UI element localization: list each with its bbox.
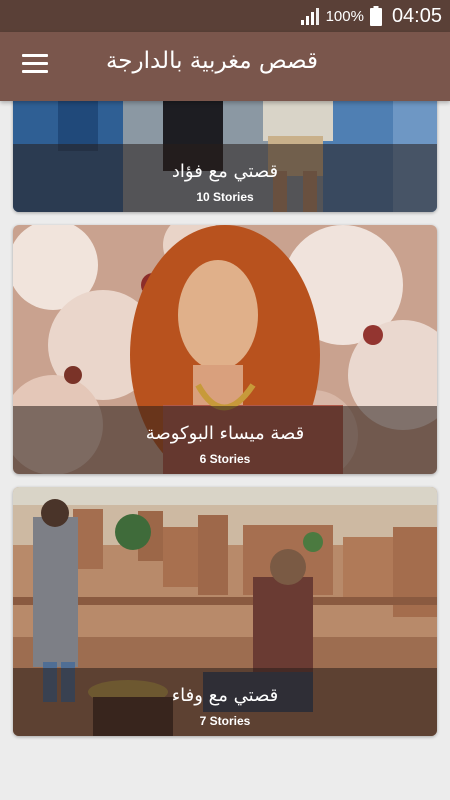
story-title: قصة ميساء البوكوصة bbox=[145, 423, 305, 444]
story-card-fouad[interactable]: قصتي مع فؤاد 10 Stories bbox=[13, 101, 437, 212]
hamburger-menu-icon[interactable] bbox=[22, 54, 48, 76]
story-card-wafae[interactable]: قصتي مع وفاء 7 Stories bbox=[13, 487, 437, 736]
clock: 04:05 bbox=[391, 4, 442, 27]
story-title: قصتي مع فؤاد bbox=[171, 161, 279, 182]
story-title: قصتي مع وفاء bbox=[171, 685, 279, 706]
battery-icon bbox=[369, 6, 382, 26]
app-bar: قصص مغربية بالدارجة bbox=[0, 32, 450, 101]
signal-icon bbox=[300, 8, 319, 25]
status-indicators: 100% 04:05 bbox=[300, 4, 442, 28]
story-count: 7 Stories bbox=[199, 714, 251, 728]
story-count: 10 Stories bbox=[196, 190, 254, 204]
story-list[interactable]: قصتي مع فؤاد 10 Stories قصة ميساء البوكو… bbox=[0, 101, 450, 800]
app-title: قصص مغربية بالدارجة bbox=[105, 48, 318, 74]
battery-percent: 100% bbox=[325, 7, 364, 25]
story-count: 6 Stories bbox=[199, 452, 251, 466]
story-card-maysae[interactable]: قصة ميساء البوكوصة 6 Stories bbox=[13, 225, 437, 474]
status-bar: 100% 04:05 bbox=[0, 0, 450, 32]
